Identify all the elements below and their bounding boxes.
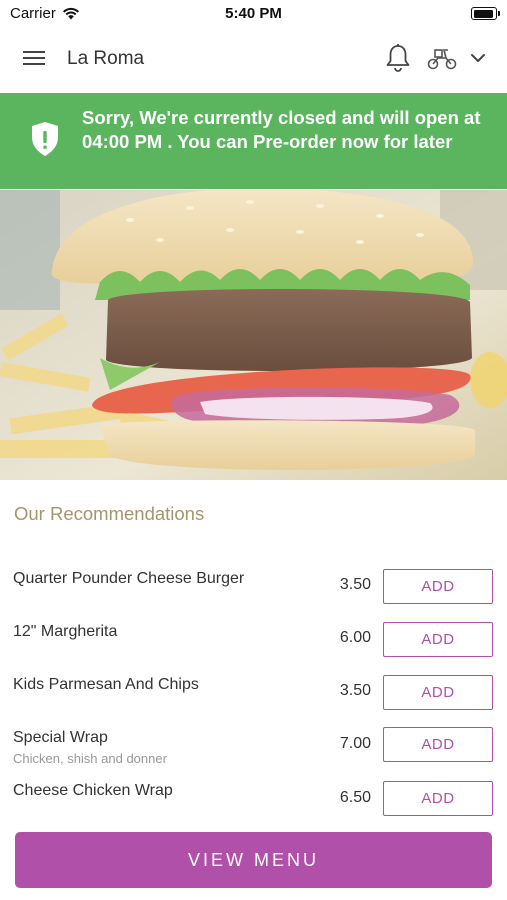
bell-icon (386, 44, 410, 72)
item-name: Kids Parmesan And Chips (13, 676, 199, 693)
list-item: Kids Parmesan And Chips 3.50 ADD (0, 675, 507, 726)
chevron-down-icon (471, 54, 485, 62)
notifications-button[interactable] (384, 43, 412, 73)
add-button[interactable]: ADD (383, 622, 493, 657)
status-bar: Carrier 5:40 PM (0, 0, 507, 28)
app-header: La Roma (0, 28, 507, 92)
delivery-mode-button[interactable] (426, 44, 458, 72)
item-price: 3.50 (339, 576, 371, 593)
item-price: 7.00 (339, 735, 371, 752)
battery-icon (471, 7, 500, 20)
add-button[interactable]: ADD (383, 727, 493, 762)
view-menu-button[interactable]: VIEW MENU (15, 832, 492, 888)
menu-icon (23, 51, 45, 65)
clock: 5:40 PM (225, 5, 282, 22)
scooter-icon (427, 49, 457, 70)
item-price: 3.50 (339, 682, 371, 699)
item-price: 6.00 (339, 629, 371, 646)
shield-exclamation-icon (32, 122, 58, 156)
item-name: Cheese Chicken Wrap (13, 782, 173, 799)
add-button[interactable]: ADD (383, 569, 493, 604)
list-item: Special Wrap Chicken, shish and donner 7… (0, 727, 507, 779)
closed-message: Sorry, We're currently closed and will o… (82, 107, 481, 152)
item-price: 6.50 (339, 789, 371, 806)
item-name: Special Wrap (13, 729, 108, 746)
add-button[interactable]: ADD (383, 675, 493, 710)
item-name: 12" Margherita (13, 623, 118, 640)
list-item: Cheese Chicken Wrap 6.50 ADD (0, 781, 507, 832)
item-name: Quarter Pounder Cheese Burger (13, 570, 245, 587)
list-item: 12" Margherita 6.00 ADD (0, 622, 507, 673)
closed-banner: Sorry, We're currently closed and will o… (0, 93, 507, 189)
add-button[interactable]: ADD (383, 781, 493, 816)
list-item: Quarter Pounder Cheese Burger 3.50 ADD (0, 569, 507, 620)
item-description: Chicken, shish and donner (13, 751, 167, 766)
burger-illustration (0, 190, 507, 480)
restaurant-title: La Roma (67, 48, 145, 69)
hero-burger-image (0, 190, 507, 480)
recommendations-heading: Our Recommendations (14, 503, 205, 524)
menu-button[interactable] (22, 48, 46, 70)
location-dropdown-button[interactable] (468, 48, 488, 68)
